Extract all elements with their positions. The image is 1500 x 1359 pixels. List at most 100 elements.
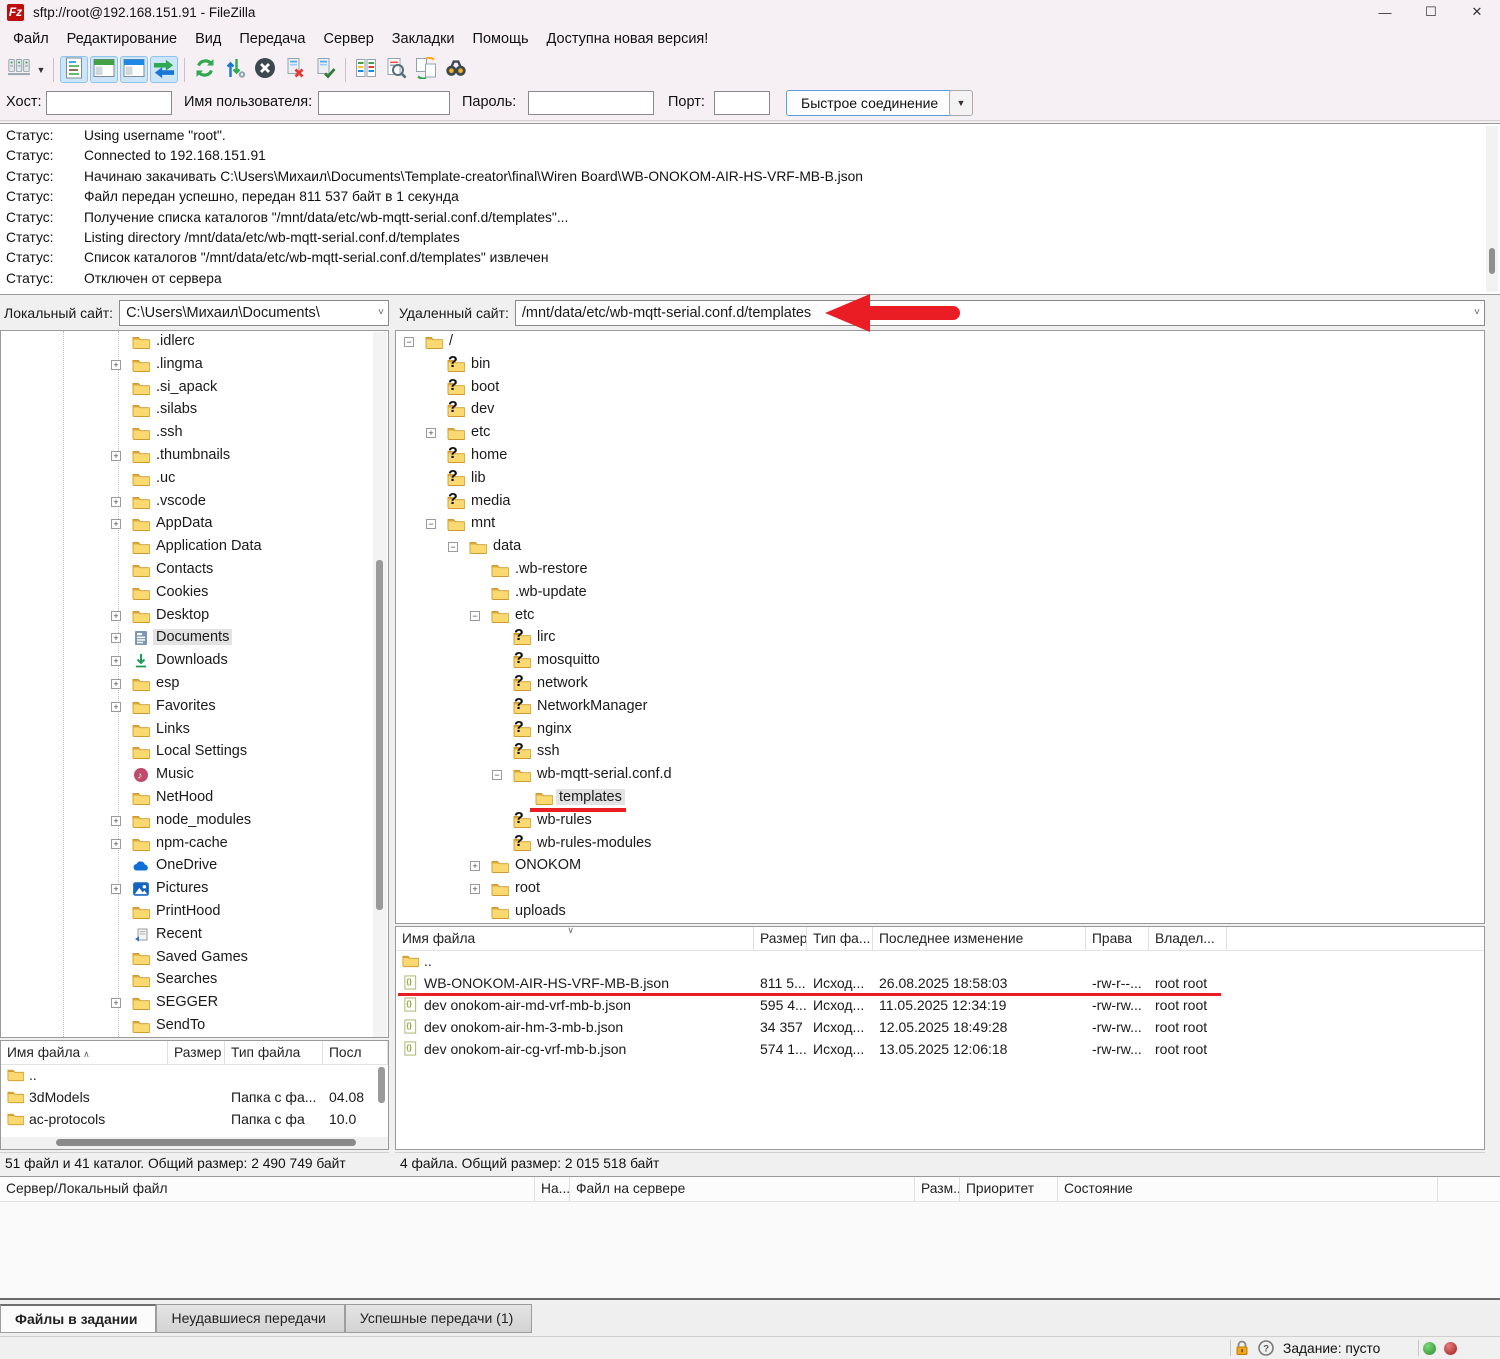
expander-plus-icon[interactable]: + <box>111 360 121 370</box>
username-input[interactable] <box>318 91 450 115</box>
column-header-имя-файла[interactable]: Имя файла∨ <box>396 927 754 950</box>
synchronized-browsing-button[interactable] <box>412 56 440 83</box>
toggle-transfer-queue-button[interactable] <box>150 56 178 83</box>
tree-item-appdata[interactable]: +AppData <box>1 513 388 536</box>
local-list-vscroll-thumb[interactable] <box>378 1067 385 1103</box>
find-files-button[interactable] <box>442 56 470 83</box>
quickconnect-dropdown[interactable]: ▼ <box>949 90 973 116</box>
tree-item-documents[interactable]: +Documents <box>1 627 388 650</box>
toggle-message-log-button[interactable] <box>60 56 88 83</box>
tab-успешные-передачи-1[interactable]: Успешные передачи (1) <box>345 1304 532 1333</box>
tree-item-sendto[interactable]: SendTo <box>1 1015 388 1038</box>
expander-plus-icon[interactable]: + <box>470 861 480 871</box>
tree-item-ssh[interactable]: .ssh <box>1 422 388 445</box>
tree-item-si-apack[interactable]: .si_apack <box>1 377 388 400</box>
tree-item-lingma[interactable]: +.lingma <box>1 354 388 377</box>
reconnect-button[interactable] <box>311 56 339 83</box>
tree-item-vscode[interactable]: +.vscode <box>1 491 388 514</box>
tree-item-recent[interactable]: Recent <box>1 924 388 947</box>
file-row-wb-onokom-air-hs-vrf-mb-b-json[interactable]: {}WB-ONOKOM-AIR-HS-VRF-MB-B.json811 5...… <box>396 973 1484 995</box>
expander-minus-icon[interactable]: − <box>404 337 414 347</box>
status-help-icon[interactable]: ? <box>1258 1340 1276 1356</box>
log-scrollbar[interactable] <box>1486 126 1498 292</box>
expander-plus-icon[interactable]: + <box>111 497 121 507</box>
expander-plus-icon[interactable]: + <box>111 884 121 894</box>
tree-item-thumbnails[interactable]: +.thumbnails <box>1 445 388 468</box>
expander-plus-icon[interactable]: + <box>111 611 121 621</box>
tree-item-etc[interactable]: +etc <box>396 422 1484 445</box>
tree-item-esp[interactable]: +esp <box>1 673 388 696</box>
tree-item-home[interactable]: ?home <box>396 445 1484 468</box>
tree-item-contacts[interactable]: Contacts <box>1 559 388 582</box>
tree-item-music[interactable]: ♪Music <box>1 764 388 787</box>
expander-minus-icon[interactable]: − <box>492 770 502 780</box>
file-row-3dmodels[interactable]: 3dModelsПапка с фа...04.08 <box>1 1087 388 1109</box>
tree-item-application-data[interactable]: Application Data <box>1 536 388 559</box>
column-header-посл[interactable]: Посл <box>323 1041 388 1064</box>
column-header-права[interactable]: Права <box>1086 927 1149 950</box>
local-site-combobox[interactable]: C:\Users\Михаил\Documents\ ˅ <box>119 300 389 326</box>
tree-item-saved-games[interactable]: Saved Games <box>1 947 388 970</box>
tree-item-bin[interactable]: ?bin <box>396 354 1484 377</box>
tree-item-network[interactable]: ?network <box>396 673 1484 696</box>
expander-plus-icon[interactable]: + <box>111 998 121 1008</box>
local-list-hscrollbar[interactable] <box>1 1137 388 1149</box>
tree-item-printhood[interactable]: PrintHood <box>1 901 388 924</box>
tree-item-root[interactable]: +root <box>396 878 1484 901</box>
tree-item-lirc[interactable]: ?lirc <box>396 627 1484 650</box>
tree-item-idlerc[interactable]: .idlerc <box>1 331 388 354</box>
column-header-размер[interactable]: Размер <box>754 927 807 950</box>
file-row-dev-onokom-air-hm-3-mb-b-json[interactable]: {}dev onokom-air-hm-3-mb-b.json34 357Исх… <box>396 1017 1484 1039</box>
log-scrollbar-thumb[interactable] <box>1489 248 1495 274</box>
queue-column-приоритет[interactable]: Приоритет <box>960 1177 1058 1201</box>
tree-item-links[interactable]: Links <box>1 719 388 742</box>
expander-plus-icon[interactable]: + <box>111 816 121 826</box>
expander-plus-icon[interactable]: + <box>426 428 436 438</box>
column-header-имя-файла[interactable]: Имя файла∧ <box>1 1041 168 1064</box>
column-header-тип-файла[interactable]: Тип файла <box>225 1041 323 1064</box>
tree-item-data[interactable]: −data <box>396 536 1484 559</box>
tree-item-wb-rules-modules[interactable]: ?wb-rules-modules <box>396 833 1484 856</box>
tree-item-cookies[interactable]: Cookies <box>1 582 388 605</box>
file-row-item[interactable]: .. <box>1 1065 388 1087</box>
menu-сервер[interactable]: Сервер <box>314 27 382 51</box>
menu-файл[interactable]: Файл <box>4 27 58 51</box>
host-input[interactable] <box>46 91 172 115</box>
tree-item-npm-cache[interactable]: +npm-cache <box>1 833 388 856</box>
chevron-down-icon[interactable]: ˅ <box>1474 307 1480 318</box>
tree-item-wb-restore[interactable]: .wb-restore <box>396 559 1484 582</box>
toggle-local-tree-button[interactable] <box>90 56 118 83</box>
file-row-item[interactable]: .. <box>396 951 1484 973</box>
tree-item-segger[interactable]: +SEGGER <box>1 992 388 1015</box>
tree-item-networkmanager[interactable]: ?NetworkManager <box>396 696 1484 719</box>
disconnect-button[interactable] <box>281 56 309 83</box>
menu-доступна-новая-версия[interactable]: Доступна новая версия! <box>538 27 718 51</box>
tree-item-item[interactable]: −/ <box>396 331 1484 354</box>
maximize-button[interactable]: ☐ <box>1408 0 1454 24</box>
expander-plus-icon[interactable]: + <box>111 519 121 529</box>
expander-plus-icon[interactable]: + <box>111 702 121 712</box>
column-header-размер[interactable]: Размер <box>168 1041 225 1064</box>
tree-item-wb-update[interactable]: .wb-update <box>396 582 1484 605</box>
tab-неудавшиеся-передачи[interactable]: Неудавшиеся передачи <box>156 1304 344 1333</box>
tree-item-dev[interactable]: ?dev <box>396 399 1484 422</box>
menu-вид[interactable]: Вид <box>186 27 230 51</box>
file-row-ac-protocols[interactable]: ac-protocolsПапка с фа10.0 <box>1 1109 388 1131</box>
expander-plus-icon[interactable]: + <box>111 839 121 849</box>
tree-item-uc[interactable]: .uc <box>1 468 388 491</box>
tree-item-etc[interactable]: −etc <box>396 605 1484 628</box>
menu-помощь[interactable]: Помощь <box>464 27 538 51</box>
tree-item-wb-rules[interactable]: ?wb-rules <box>396 810 1484 833</box>
port-input[interactable] <box>714 91 770 115</box>
expander-minus-icon[interactable]: − <box>448 542 458 552</box>
menu-передача[interactable]: Передача <box>230 27 314 51</box>
minimize-button[interactable]: — <box>1362 0 1408 24</box>
process-queue-button[interactable] <box>221 56 249 83</box>
tree-item-searches[interactable]: Searches <box>1 969 388 992</box>
tree-item-wb-mqtt-serial-conf-d[interactable]: −wb-mqtt-serial.conf.d <box>396 764 1484 787</box>
tree-item-onedrive[interactable]: OneDrive <box>1 855 388 878</box>
cancel-operation-button[interactable] <box>251 56 279 83</box>
file-row-dev-onokom-air-md-vrf-mb-b-json[interactable]: {}dev onokom-air-md-vrf-mb-b.json595 4..… <box>396 995 1484 1017</box>
expander-plus-icon[interactable]: + <box>111 679 121 689</box>
toggle-remote-tree-button[interactable] <box>120 56 148 83</box>
